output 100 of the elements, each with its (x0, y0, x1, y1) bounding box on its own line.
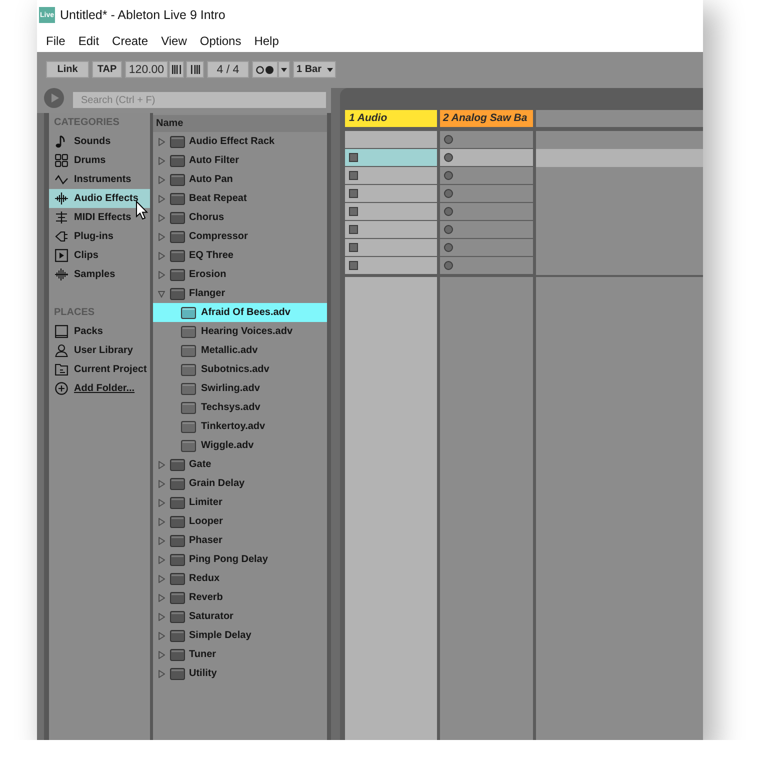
triangle-icon[interactable] (158, 480, 165, 488)
browser-item[interactable]: Reverb (153, 588, 327, 607)
browser-item[interactable]: Afraid Of Bees.adv (153, 303, 327, 322)
menu-item[interactable]: File (46, 34, 66, 48)
menu-item[interactable]: Options (200, 34, 242, 48)
triangle-icon[interactable] (158, 518, 165, 526)
browser-item[interactable]: Tinkertoy.adv (153, 417, 327, 436)
category-item[interactable]: Clips (49, 246, 150, 265)
browser-item[interactable]: Phaser (153, 531, 327, 550)
browser-item[interactable]: Audio Effect Rack (153, 132, 327, 151)
triangle-icon[interactable] (158, 670, 165, 678)
browser-item[interactable]: Limiter (153, 493, 327, 512)
category-item[interactable]: Sounds (49, 132, 150, 151)
clip-slot[interactable] (345, 203, 437, 220)
browser-item[interactable]: Wiggle.adv (153, 436, 327, 455)
triangle-icon[interactable] (158, 460, 165, 468)
browser-item[interactable]: Metallic.adv (153, 341, 327, 360)
clip-slot[interactable] (345, 167, 437, 184)
clip-slot[interactable] (345, 239, 437, 256)
category-item[interactable]: Samples (49, 265, 150, 284)
play-icon[interactable] (44, 88, 64, 108)
browser-item[interactable]: Erosion (153, 265, 327, 284)
triangle-icon[interactable] (158, 574, 165, 582)
place-item[interactable]: Packs (49, 322, 150, 341)
triangle-icon[interactable] (158, 556, 165, 564)
nudge-button[interactable] (169, 61, 184, 78)
category-item[interactable]: Drums (49, 151, 150, 170)
browser-item[interactable]: Saturator (153, 607, 327, 626)
column-header[interactable]: Name (153, 115, 327, 132)
menu-item[interactable]: View (161, 34, 187, 48)
category-item[interactable]: Plug-ins (49, 227, 150, 246)
folder-icon (170, 288, 185, 300)
category-item[interactable]: MIDI Effects (49, 208, 150, 227)
browser-item[interactable]: Flanger (153, 284, 327, 303)
triangle-icon[interactable] (158, 232, 165, 240)
value-field[interactable]: 120.00 (125, 61, 168, 78)
triangle-icon[interactable] (158, 252, 165, 260)
toolbar-button[interactable]: Link (46, 61, 89, 78)
add-folder-link[interactable]: Add Folder... (49, 379, 150, 398)
browser-item[interactable]: Redux (153, 569, 327, 588)
menu-item[interactable]: Create (112, 34, 148, 48)
triangle-icon[interactable] (158, 650, 165, 658)
clip-slot[interactable] (345, 257, 437, 274)
browser-item[interactable]: Gate (153, 455, 327, 474)
browser-item[interactable]: Tuner (153, 645, 327, 664)
clip-slot[interactable] (345, 221, 437, 238)
browser-item[interactable]: Looper (153, 512, 327, 531)
place-item[interactable]: User Library (49, 341, 150, 360)
dropdown-button[interactable] (278, 61, 290, 78)
browser-item[interactable]: Hearing Voices.adv (153, 322, 327, 341)
triangle-icon[interactable] (158, 612, 165, 620)
browser-item[interactable]: Auto Pan (153, 170, 327, 189)
browser-item[interactable]: Simple Delay (153, 626, 327, 645)
triangle-icon[interactable] (158, 214, 165, 222)
clip-slot[interactable] (345, 185, 437, 202)
triangle-icon[interactable] (158, 498, 165, 506)
menu-item[interactable]: Edit (78, 34, 100, 48)
triangle-icon[interactable] (158, 270, 165, 278)
browser-item[interactable]: Techsys.adv (153, 398, 327, 417)
folder-icon (170, 192, 185, 204)
clip-slot[interactable] (440, 221, 533, 238)
browser-item[interactable]: Compressor (153, 227, 327, 246)
triangle-icon[interactable] (158, 176, 165, 184)
clip-slot[interactable] (345, 131, 437, 148)
triangle-icon[interactable] (158, 194, 165, 202)
triangle-icon[interactable] (158, 594, 165, 602)
triangle-icon[interactable] (158, 156, 165, 164)
clip-slot[interactable] (440, 131, 533, 148)
triangle-icon[interactable] (158, 290, 165, 298)
browser-item[interactable]: Swirling.adv (153, 379, 327, 398)
clip-slot[interactable] (440, 257, 533, 274)
clip-slot[interactable] (440, 239, 533, 256)
browser-item[interactable]: Auto Filter (153, 151, 327, 170)
browser-item[interactable]: Utility (153, 664, 327, 683)
clip-slot[interactable] (440, 203, 533, 220)
triangle-icon[interactable] (158, 536, 165, 544)
menu-item[interactable]: Help (254, 34, 279, 48)
category-item[interactable]: Instruments (49, 170, 150, 189)
browser-item[interactable]: Grain Delay (153, 474, 327, 493)
value-field[interactable]: 4 / 4 (207, 61, 249, 78)
clip-slot[interactable] (345, 149, 437, 166)
nudge-button[interactable] (186, 61, 204, 78)
dropdown-menu[interactable]: 1 Bar (293, 61, 336, 78)
browser-item[interactable]: Ping Pong Delay (153, 550, 327, 569)
toolbar-button[interactable]: TAP (92, 61, 122, 78)
triangle-icon[interactable] (158, 138, 165, 146)
track-header[interactable]: 2 Analog Saw Ba (440, 110, 533, 127)
clip-slot[interactable] (440, 167, 533, 184)
place-item[interactable]: Current Project (49, 360, 150, 379)
browser-item[interactable]: EQ Three (153, 246, 327, 265)
browser-item[interactable]: Beat Repeat (153, 189, 327, 208)
clip-slot[interactable] (440, 149, 533, 166)
category-item[interactable]: Audio Effects (49, 189, 150, 208)
clip-slot[interactable] (440, 185, 533, 202)
browser-item[interactable]: Subotnics.adv (153, 360, 327, 379)
track-header[interactable]: 1 Audio (345, 110, 437, 127)
triangle-icon[interactable] (158, 632, 165, 640)
browser-item[interactable]: Chorus (153, 208, 327, 227)
metronome-button[interactable] (252, 61, 278, 78)
search-field[interactable]: Search (Ctrl + F) (73, 92, 326, 108)
